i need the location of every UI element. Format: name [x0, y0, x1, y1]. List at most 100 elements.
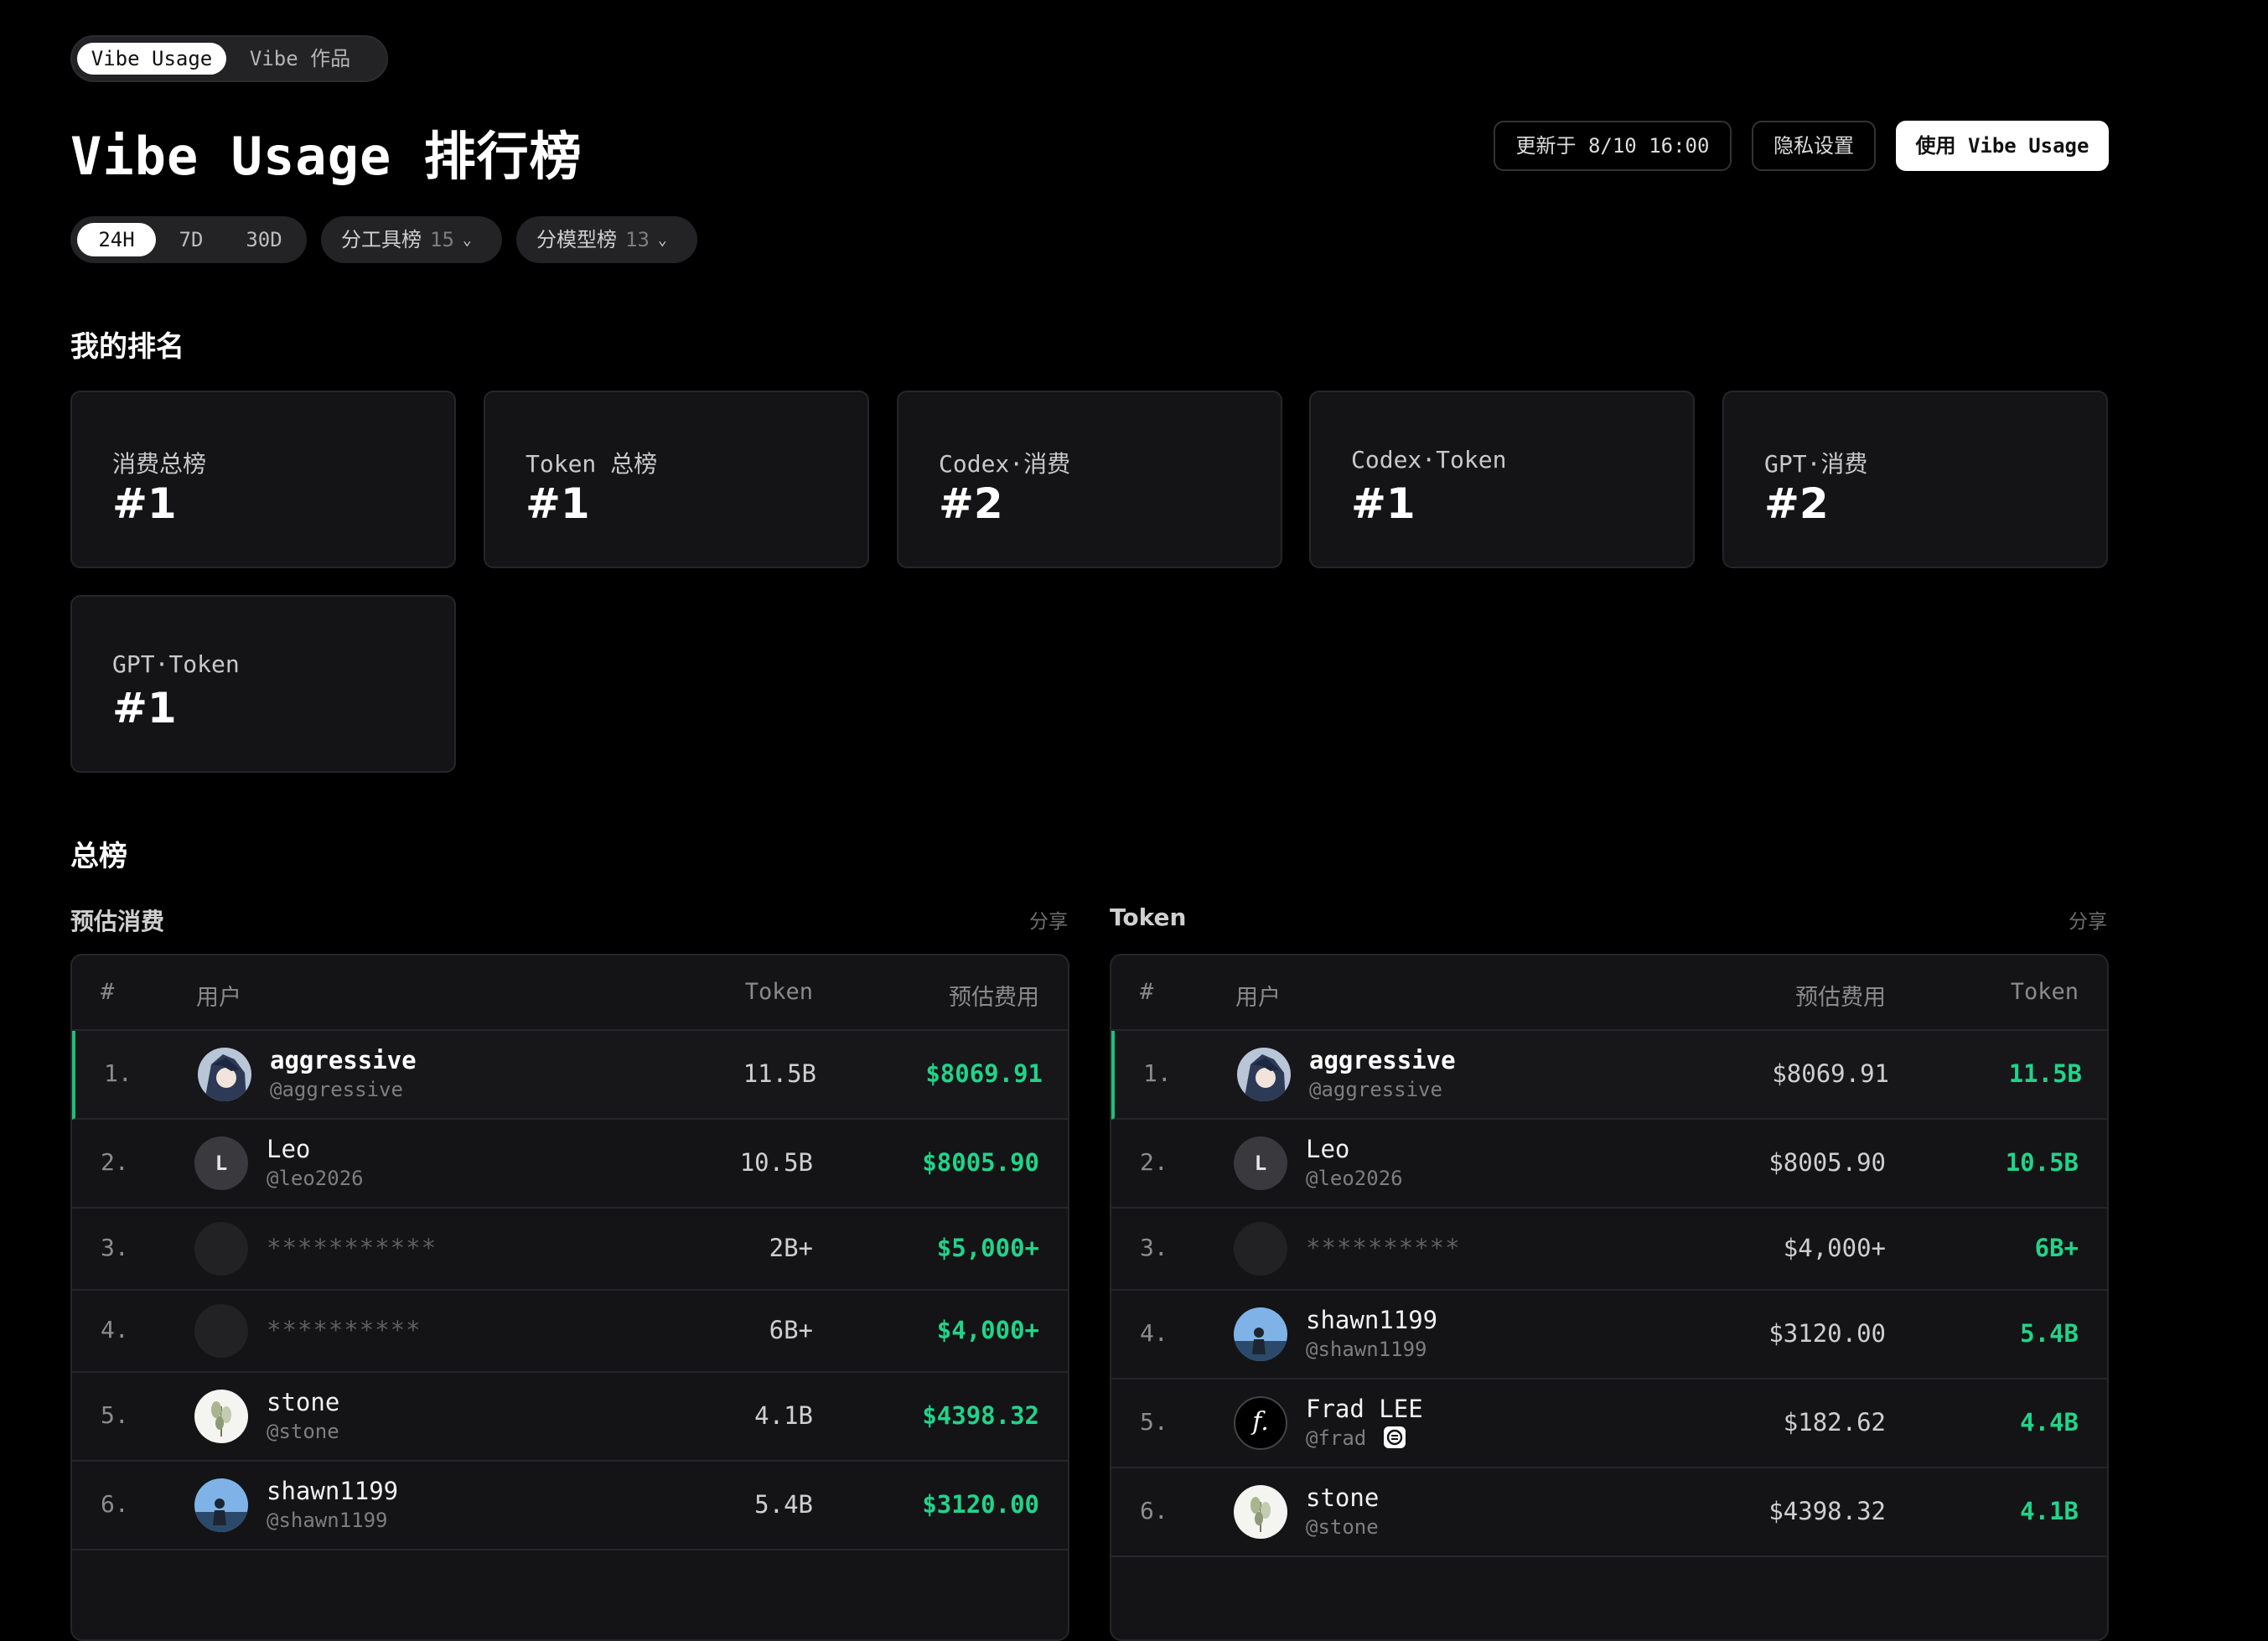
- table-row[interactable]: 3. *********** 2B+ $5,000+: [72, 1209, 1068, 1291]
- user-avatar: [194, 1390, 248, 1443]
- rank-card[interactable]: GPT·Token #1: [70, 595, 456, 773]
- range-30d[interactable]: 30D: [226, 223, 302, 256]
- token-board-share-link[interactable]: 分享: [2069, 905, 2107, 934]
- cost-value: $4,000+: [1783, 1234, 1886, 1262]
- user-handle: @leo2026: [267, 1167, 364, 1190]
- cost-value: $4398.32: [922, 1401, 1039, 1430]
- user-handle: @leo2026: [1306, 1167, 1403, 1190]
- token-value: 5.4B: [2020, 1319, 2079, 1348]
- user-name: shawn1199: [1306, 1306, 1438, 1334]
- table-row[interactable]: 5. stone @stone 4.1B $4398.32: [72, 1373, 1068, 1462]
- masked-user-name: **********: [267, 1316, 422, 1344]
- token-board-title: Token: [1110, 903, 1187, 931]
- rank-card[interactable]: 消费总榜 #1: [70, 391, 456, 568]
- page-title: Vibe Usage 排行榜: [70, 126, 583, 187]
- cost-value: $4,000+: [936, 1316, 1039, 1344]
- rank-card[interactable]: Codex·Token #1: [1309, 391, 1695, 568]
- user-handle: @shawn1199: [1306, 1338, 1427, 1361]
- my-rank-title: 我的排名: [70, 330, 184, 364]
- user-handle: @aggressive: [1309, 1078, 1442, 1101]
- user-handle: @aggressive: [270, 1078, 403, 1101]
- cost-value: $8069.91: [925, 1059, 1043, 1088]
- cost-value: $8069.91: [1772, 1059, 1889, 1088]
- row-rank: 5.: [1140, 1408, 1168, 1436]
- column-rank: #: [101, 979, 115, 1005]
- table-row[interactable]: 4. ********** 6B+ $4,000+: [72, 1291, 1068, 1373]
- row-rank: 3.: [1140, 1234, 1168, 1261]
- cost-value: $4398.32: [1768, 1497, 1886, 1525]
- token-leaderboard-table: # 用户 预估费用 Token 1. aggressive @aggressiv…: [1110, 954, 2109, 1641]
- privacy-settings-button[interactable]: 隐私设置: [1752, 121, 1876, 171]
- model-board-count: 13: [625, 228, 650, 251]
- rank-card-label: Codex·消费: [939, 450, 1071, 478]
- token-value: 4.1B: [754, 1401, 813, 1430]
- toggle-vibe-works[interactable]: Vibe 作品: [233, 43, 367, 75]
- table-row[interactable]: 4. shawn1199 @shawn1199 $3120.00 5.4B: [1111, 1291, 2107, 1380]
- token-value: 11.5B: [2008, 1059, 2082, 1088]
- cost-board-title: 预估消费: [70, 908, 165, 935]
- user-handle: @stone: [267, 1420, 339, 1443]
- user-name: aggressive: [270, 1046, 417, 1074]
- table-row[interactable]: 1. aggressive @aggressive $8069.91 11.5B: [1111, 1031, 2107, 1120]
- tool-board-count: 15: [430, 228, 454, 251]
- column-token: Token: [744, 979, 813, 1005]
- user-avatar: [194, 1304, 248, 1358]
- masked-user-name: **********: [1306, 1234, 1461, 1262]
- row-rank: 2.: [1140, 1148, 1168, 1176]
- table-row[interactable]: 6. shawn1199 @shawn1199 5.4B $3120.00: [72, 1462, 1068, 1550]
- token-value: 10.5B: [739, 1148, 813, 1177]
- masked-user-name: ***********: [267, 1234, 438, 1262]
- table-row[interactable]: 5. f. Frad LEE @frad $182.62 4.4B: [1111, 1380, 2107, 1468]
- table-row[interactable]: 3. ********** $4,000+ 6B+: [1111, 1209, 2107, 1291]
- range-24h[interactable]: 24H: [77, 223, 156, 256]
- token-value: 4.1B: [2020, 1497, 2079, 1525]
- column-token: Token: [2010, 979, 2079, 1005]
- row-rank: 5.: [101, 1401, 129, 1429]
- table-row[interactable]: 2. L Leo @leo2026 $8005.90 10.5B: [1111, 1120, 2107, 1209]
- user-avatar: [198, 1048, 251, 1101]
- user-avatar: [1234, 1222, 1287, 1276]
- range-7d[interactable]: 7D: [158, 223, 225, 256]
- chevron-down-icon: ⌄: [462, 231, 472, 249]
- cost-value: $3120.00: [1768, 1319, 1886, 1348]
- model-board-dropdown[interactable]: 分模型榜 13 ⌄: [516, 216, 697, 263]
- table-row[interactable]: 1. aggressive @aggressive 11.5B $8069.91: [72, 1031, 1068, 1120]
- rank-card-value: #2: [1764, 479, 1829, 528]
- rank-card-label: Token 总榜: [526, 450, 658, 478]
- row-rank: 4.: [101, 1316, 129, 1343]
- token-value: 4.4B: [2020, 1408, 2079, 1437]
- chevron-down-icon: ⌄: [657, 231, 667, 249]
- token-value: 6B+: [2034, 1234, 2079, 1262]
- model-board-label: 分模型榜: [536, 228, 617, 251]
- verified-badge-icon: [1383, 1426, 1406, 1448]
- toggle-vibe-usage[interactable]: Vibe Usage: [77, 43, 226, 75]
- rank-card-value: #2: [939, 479, 1003, 528]
- column-rank: #: [1140, 979, 1154, 1005]
- user-avatar: [1237, 1048, 1291, 1101]
- user-avatar: [194, 1478, 248, 1532]
- table-row[interactable]: 2. L Leo @leo2026 10.5B $8005.90: [72, 1120, 1068, 1209]
- cost-value: $5,000+: [936, 1234, 1039, 1262]
- tool-board-dropdown[interactable]: 分工具榜 15 ⌄: [321, 216, 502, 263]
- user-avatar: f.: [1234, 1396, 1287, 1450]
- token-value: 2B+: [769, 1234, 813, 1262]
- column-user: 用户: [196, 985, 241, 1011]
- rank-card-value: #1: [526, 479, 590, 528]
- updated-time-button[interactable]: 更新于 8/10 16:00: [1494, 121, 1732, 171]
- user-handle-row: @frad: [1306, 1426, 1406, 1450]
- rank-card-value: #1: [112, 479, 177, 528]
- rank-card[interactable]: Codex·消费 #2: [897, 391, 1282, 568]
- user-name: stone: [1306, 1483, 1380, 1512]
- column-cost: 预估费用: [949, 985, 1039, 1011]
- rank-card[interactable]: GPT·消费 #2: [1722, 391, 2108, 568]
- user-avatar: L: [194, 1136, 248, 1190]
- user-name: shawn1199: [267, 1477, 399, 1505]
- table-row[interactable]: 6. stone @stone $4398.32 4.1B: [1111, 1468, 2107, 1557]
- cost-board-share-link[interactable]: 分享: [1029, 905, 1068, 934]
- rank-card-value: #1: [1351, 479, 1416, 528]
- rank-card[interactable]: Token 总榜 #1: [484, 391, 869, 568]
- table-header: # 用户 Token 预估费用: [72, 955, 1068, 1031]
- user-name: Leo: [1306, 1135, 1350, 1163]
- cost-leaderboard-table: # 用户 Token 预估费用 1. aggressive @aggressiv…: [70, 954, 1069, 1641]
- use-vibe-usage-button[interactable]: 使用 Vibe Usage: [1896, 121, 2109, 171]
